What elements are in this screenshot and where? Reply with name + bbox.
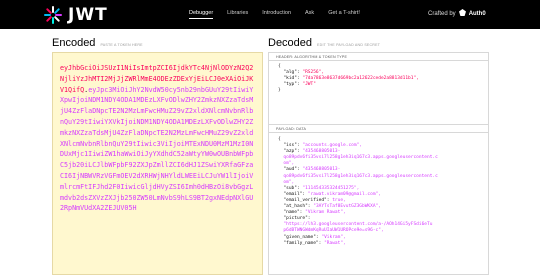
- json-value: om",: [283, 161, 295, 167]
- json-value: qo89pdv6fi35vsi7l258g1eh3iq167c3.apps.go…: [283, 155, 438, 161]
- auth0-icon: [458, 9, 466, 18]
- json-key: "aud":: [283, 167, 303, 173]
- json-key: "sub":: [283, 185, 303, 191]
- encoded-hint: PASTE A TOKEN HERE: [100, 43, 143, 47]
- json-value: "RS256",: [302, 70, 325, 76]
- json-key: "email":: [283, 191, 308, 197]
- encoded-token-input[interactable]: eyJhbGciOiJSUzI1NiIsImtpZCI6IjdkYTc4NjNl…: [52, 52, 263, 275]
- payload-section-label: PAYLOAD: DATA: [269, 125, 488, 133]
- json-value: qo89pdv6fi35vsi7l258g1eh3iq167c3.apps.go…: [283, 173, 438, 179]
- jwt-logo[interactable]: JWT: [44, 5, 108, 25]
- main-nav: Debugger Libraries Introduction Ask Get …: [189, 10, 374, 19]
- decoded-title: Decoded: [268, 37, 313, 49]
- json-key: "family_name":: [283, 240, 325, 246]
- json-value: "JWT": [302, 82, 316, 88]
- auth0-brand: Auth0: [468, 10, 486, 17]
- encoded-title: Encoded: [52, 37, 96, 49]
- json-key: "kid":: [283, 76, 303, 82]
- json-value: "111454335324451275",: [302, 185, 360, 191]
- nav-item-debugger[interactable]: Debugger: [189, 10, 214, 19]
- json-value: "rawat.vikram09@gmail.com",: [307, 191, 381, 197]
- nav-item-tshirt[interactable]: Get a T-shirt!: [328, 10, 360, 19]
- crafted-by-label: Crafted by: [428, 10, 456, 17]
- decoded-panel: HEADER: ALGORITHM & TOKEN TYPE { "alg": …: [268, 52, 489, 275]
- json-key: "email_verified":: [283, 197, 333, 203]
- json-key: "given_name":: [283, 234, 322, 240]
- json-value: "accounts.google.com",: [302, 143, 362, 149]
- header-section-label: HEADER: ALGORITHM & TOKEN TYPE: [269, 53, 488, 61]
- encoded-heading: Encoded PASTE A TOKEN HERE: [52, 37, 143, 49]
- json-value: "7da7863e8637d669bc2a12622cede2a8813d11b…: [302, 76, 419, 82]
- token-payload-part: eyJpc3MiOiJhY2NvdW50cy5nb29nbGUuY29tIiwi…: [60, 85, 254, 213]
- encoded-token-text[interactable]: eyJhbGciOiJSUzI1NiIsImtpZCI6IjdkYTc4NjNl…: [60, 63, 257, 214]
- payload-json-editor[interactable]: { "iss": "accounts.google.com", "azp": "…: [269, 133, 488, 250]
- json-key: "iss":: [283, 143, 303, 149]
- json-value: "3AYTsTaf8EvutGZ3GbWKXA",: [313, 204, 381, 210]
- json-key: "alg":: [283, 70, 303, 76]
- payload-json-line: "family_name": "Rawat",: [278, 241, 479, 247]
- json-value: "435468805013-: [302, 149, 341, 155]
- json-value: om",: [283, 179, 295, 185]
- nav-item-ask[interactable]: Ask: [305, 10, 314, 19]
- json-key: "typ":: [283, 82, 303, 88]
- jwt-logo-icon: [44, 6, 62, 24]
- json-value: "https://lh3.googleusercontent.com/a-/AO…: [283, 222, 433, 228]
- json-key: "name":: [283, 210, 306, 216]
- json-value: "Rawat",: [324, 240, 346, 246]
- json-value: "Vikram Rawat",: [305, 210, 346, 216]
- nav-item-introduction[interactable]: Introduction: [262, 10, 291, 19]
- json-value: p6dBTWNGWdmKqRuUIaUW1UROPce9e=s96-c",: [283, 228, 384, 234]
- decoded-heading: Decoded EDIT THE PAYLOAD AND SECRET: [268, 37, 380, 49]
- json-key: "at_hash":: [283, 204, 314, 210]
- json-value: "435468805013-: [302, 167, 341, 173]
- json-key: "azp":: [283, 149, 303, 155]
- json-value: true,: [332, 197, 346, 203]
- json-key: "picture":: [283, 216, 314, 222]
- json-value: "Vikram",: [321, 234, 346, 240]
- header-json-editor[interactable]: { "alg": "RS256", "kid": "7da7863e8637d6…: [269, 61, 488, 125]
- top-navbar: JWT Debugger Libraries Introduction Ask …: [0, 0, 540, 29]
- crafted-by[interactable]: Crafted by Auth0: [428, 9, 486, 18]
- decoded-hint: EDIT THE PAYLOAD AND SECRET: [317, 43, 381, 47]
- close-brace: }: [278, 88, 281, 94]
- logo-text: JWT: [68, 5, 108, 25]
- nav-item-libraries[interactable]: Libraries: [227, 10, 248, 19]
